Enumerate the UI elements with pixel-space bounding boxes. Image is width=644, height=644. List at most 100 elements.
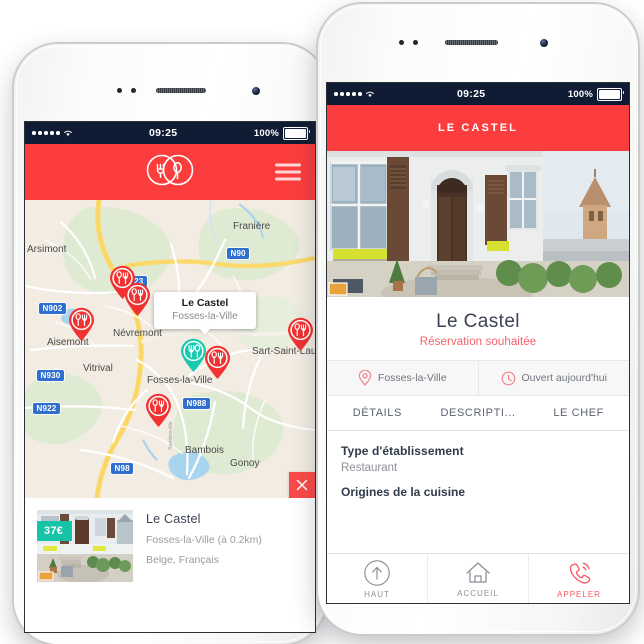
left-status-bar: 09:25 100% bbox=[25, 122, 315, 144]
result-card-thumbnail: 37€ bbox=[37, 510, 133, 582]
right-status-left bbox=[334, 90, 375, 98]
detail-tabs: DÉTAILS DESCRIPTI... LE CHEF bbox=[327, 396, 629, 431]
fork-spoon-pin-icon bbox=[69, 307, 94, 341]
right-phone-device: 09:25 100% LE CASTEL Le Castel Réservati… bbox=[318, 4, 638, 634]
right-status-right: 100% bbox=[567, 87, 624, 101]
map-pin-restaurant[interactable] bbox=[124, 282, 151, 317]
screenshot-stage: 09:25 100% Sambreville Franière Arsimont… bbox=[0, 0, 644, 644]
map-tooltip-title: Le Castel bbox=[181, 297, 229, 309]
tab-description[interactable]: DESCRIPTI... bbox=[428, 396, 529, 430]
detail-content: Type d'établissement Restaurant Origines… bbox=[327, 431, 629, 499]
fork-spoon-pin-icon bbox=[181, 338, 206, 372]
close-x-icon bbox=[296, 479, 308, 491]
clock-icon bbox=[501, 371, 515, 385]
earpiece-speaker bbox=[156, 88, 206, 93]
signal-dots-icon bbox=[32, 131, 60, 135]
fork-spoon-pin-icon bbox=[288, 317, 313, 351]
road-shield-n922: N922 bbox=[33, 403, 60, 414]
road-shield-n930: N930 bbox=[37, 370, 64, 381]
detail-title-bar: LE CASTEL bbox=[327, 105, 629, 151]
fork-spoon-pin-icon bbox=[205, 345, 230, 379]
front-camera-icon bbox=[252, 87, 260, 95]
map-label-fosses-la-ville: Fosses-la-Ville bbox=[147, 375, 213, 386]
right-battery-percent: 100% bbox=[567, 88, 593, 100]
section-type-value: Restaurant bbox=[341, 462, 398, 474]
hamburger-menu-icon[interactable] bbox=[275, 163, 301, 181]
section-type-title: Type d'établissement bbox=[341, 444, 464, 458]
right-phone-screen: 09:25 100% LE CASTEL Le Castel Réservati… bbox=[327, 83, 629, 603]
left-status-right: 100% bbox=[253, 126, 310, 140]
bottom-tab-bar: HAUT ACCUEIL APPELER bbox=[327, 553, 629, 603]
map-label-arsimont: Arsimont bbox=[27, 244, 67, 255]
map-view[interactable]: Sambreville Franière Arsimont Névremont … bbox=[25, 200, 315, 498]
front-camera-icon bbox=[540, 39, 548, 47]
map-label-nevremont: Névremont bbox=[113, 328, 162, 339]
tabbar-label-appeler: APPELER bbox=[557, 589, 601, 599]
battery-full-icon bbox=[597, 87, 624, 101]
map-pin-restaurant-selected[interactable] bbox=[180, 338, 207, 373]
detail-meta-bar: Fosses-la-Ville Ouvert aujourd'hui bbox=[327, 360, 629, 396]
home-icon bbox=[466, 561, 490, 583]
price-badge: 37€ bbox=[37, 521, 72, 541]
earpiece-speaker bbox=[445, 40, 498, 45]
map-label-vitrival: Vitrival bbox=[83, 363, 113, 374]
map-tooltip-subtitle: Fosses-la-Ville bbox=[172, 311, 238, 322]
signal-dots-icon bbox=[334, 92, 362, 96]
left-battery-percent: 100% bbox=[253, 127, 279, 139]
fork-spoon-circles-logo[interactable] bbox=[143, 150, 197, 195]
map-pin-restaurant[interactable] bbox=[68, 307, 95, 342]
detail-reservation-note: Réservation souhaitée bbox=[419, 336, 537, 348]
left-phone-screen: 09:25 100% Sambreville Franière Arsimont… bbox=[25, 122, 315, 632]
battery-full-icon bbox=[283, 126, 310, 140]
road-shield-n988: N988 bbox=[183, 398, 210, 409]
road-shield-n90: N90 bbox=[227, 248, 250, 259]
right-status-bar: 09:25 100% bbox=[327, 83, 629, 105]
restaurant-facade-photo bbox=[327, 151, 629, 297]
ambient-light-sensor-icon bbox=[413, 40, 418, 45]
map-pin-icon bbox=[358, 370, 372, 386]
result-card-le-castel[interactable]: 37€ Le Castel Fosses-la-Ville (à 0.2km) … bbox=[25, 498, 315, 582]
result-card-info: Le Castel Fosses-la-Ville (à 0.2km) Belg… bbox=[146, 510, 262, 582]
tabbar-label-accueil: ACCUEIL bbox=[457, 588, 499, 598]
map-label-franiere: Franière bbox=[233, 221, 271, 232]
map-tooltip-le-castel[interactable]: Le Castel Fosses-la-Ville bbox=[154, 292, 256, 329]
right-status-time: 09:25 bbox=[457, 88, 486, 100]
map-pin-restaurant[interactable] bbox=[145, 393, 172, 428]
detail-restaurant-name: Le Castel bbox=[436, 311, 520, 332]
tab-le-chef[interactable]: LE CHEF bbox=[528, 396, 629, 430]
tabbar-item-haut[interactable]: HAUT bbox=[327, 554, 427, 603]
tabbar-label-haut: HAUT bbox=[364, 589, 390, 599]
section-origins-title: Origines de la cuisine bbox=[341, 485, 466, 499]
meta-location-label: Fosses-la-Ville bbox=[377, 372, 447, 384]
road-shield-n98: N98 bbox=[111, 463, 134, 474]
map-pin-restaurant[interactable] bbox=[287, 317, 314, 352]
meta-location[interactable]: Fosses-la-Ville bbox=[327, 361, 478, 395]
map-pin-restaurant[interactable] bbox=[204, 345, 231, 380]
fork-spoon-pin-icon bbox=[146, 393, 171, 427]
ambient-light-sensor-icon bbox=[131, 88, 136, 93]
tabbar-item-appeler[interactable]: APPELER bbox=[528, 554, 629, 603]
left-app-header bbox=[25, 144, 315, 200]
left-status-left bbox=[32, 129, 73, 137]
tabbar-item-accueil[interactable]: ACCUEIL bbox=[427, 554, 528, 603]
map-label-gonoy: Gonoy bbox=[230, 458, 260, 469]
fork-spoon-pin-icon bbox=[125, 282, 150, 316]
result-card-name: Le Castel bbox=[146, 512, 201, 526]
road-shield-n902: N902 bbox=[39, 303, 66, 314]
proximity-sensor-icon bbox=[117, 88, 122, 93]
detail-title-bar-label: LE CASTEL bbox=[437, 122, 518, 134]
tab-details[interactable]: DÉTAILS bbox=[327, 396, 428, 430]
hero-image bbox=[327, 151, 629, 297]
map-label-bambois: Bambois bbox=[185, 445, 224, 456]
result-card-cuisine: Belge, Français bbox=[146, 554, 219, 566]
meta-hours[interactable]: Ouvert aujourd'hui bbox=[477, 361, 630, 395]
proximity-sensor-icon bbox=[399, 40, 404, 45]
meta-hours-label: Ouvert aujourd'hui bbox=[521, 372, 607, 384]
wifi-icon bbox=[63, 130, 72, 137]
left-phone-device: 09:25 100% Sambreville Franière Arsimont… bbox=[14, 44, 326, 644]
close-map-button[interactable] bbox=[289, 472, 315, 498]
arrow-up-circle-icon bbox=[364, 559, 390, 586]
detail-header: Le Castel Réservation souhaitée bbox=[327, 297, 629, 360]
left-status-time: 09:25 bbox=[149, 127, 178, 139]
phone-call-icon bbox=[569, 562, 591, 584]
